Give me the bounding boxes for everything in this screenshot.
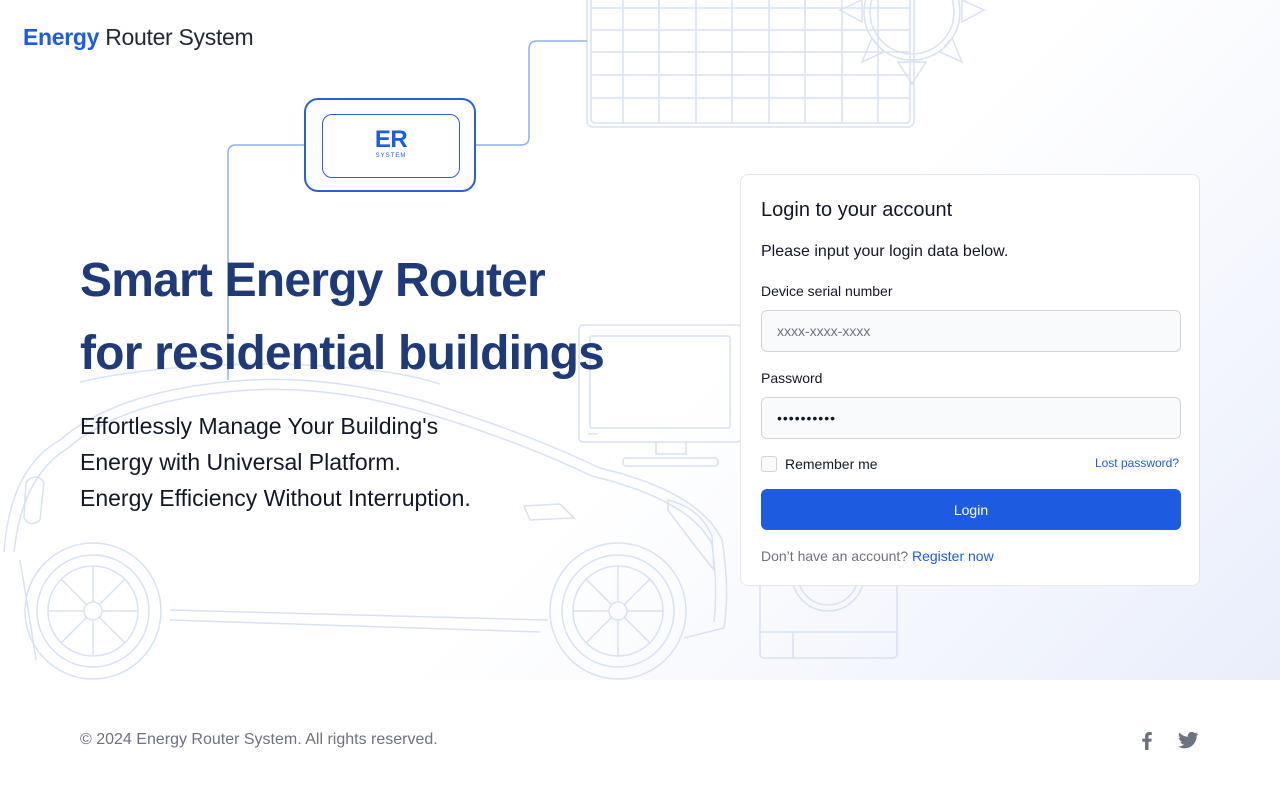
er-badge-subtext: SYSTEM bbox=[375, 153, 407, 159]
remember-me-label: Remember me bbox=[785, 456, 878, 472]
hero-headline-line-1: Smart Energy Router bbox=[80, 254, 546, 307]
hero-subtext: Effortlessly Manage Your Building's Ener… bbox=[80, 408, 640, 516]
hero-subtext-line-2: Energy with Universal Platform. bbox=[80, 449, 401, 475]
hero-subtext-line-3: Energy Efficiency Without Interruption. bbox=[80, 485, 471, 511]
no-account-text: Don’t have an account? bbox=[761, 548, 909, 564]
brand-name-light: Router System bbox=[105, 24, 254, 50]
er-system-badge: ER SYSTEM bbox=[304, 98, 476, 192]
register-link[interactable]: Register now bbox=[912, 548, 994, 564]
remember-me-checkbox[interactable] bbox=[761, 456, 777, 472]
hero-headline-line-2: for residential buildings bbox=[80, 327, 605, 380]
sun-illustration bbox=[838, 0, 986, 86]
login-card: Login to your account Please input your … bbox=[740, 174, 1200, 586]
serial-number-input[interactable] bbox=[761, 310, 1181, 352]
hero-section: Energy Router System ER SYSTEM Smart Ener… bbox=[0, 0, 1280, 680]
brand-name-strong: Energy bbox=[23, 24, 100, 50]
brand-logo[interactable]: Energy Router System bbox=[23, 24, 254, 51]
login-description: Please input your login data below. bbox=[761, 243, 1009, 260]
twitter-icon[interactable] bbox=[1176, 728, 1200, 752]
footer-copyright: © 2024 Energy Router System. All rights … bbox=[80, 731, 438, 748]
hero-subtext-line-1: Effortlessly Manage Your Building's bbox=[80, 413, 439, 439]
login-button[interactable]: Login bbox=[761, 489, 1181, 530]
car-front-wheel-illustration bbox=[24, 542, 162, 680]
lost-password-link[interactable]: Lost password? bbox=[1095, 456, 1179, 470]
password-label: Password bbox=[761, 370, 823, 386]
facebook-icon[interactable] bbox=[1135, 728, 1159, 752]
password-input[interactable] bbox=[761, 397, 1181, 439]
login-title: Login to your account bbox=[761, 199, 953, 221]
remember-me[interactable]: Remember me bbox=[761, 455, 961, 473]
hero-headline: Smart Energy Router for residential buil… bbox=[80, 244, 720, 390]
er-system-badge-inner: ER SYSTEM bbox=[322, 114, 460, 178]
car-rear-wheel-illustration bbox=[549, 542, 687, 680]
register-prompt: Don’t have an account? Register now bbox=[761, 548, 994, 564]
serial-number-label: Device serial number bbox=[761, 283, 893, 299]
er-badge-text: ER bbox=[374, 126, 408, 153]
